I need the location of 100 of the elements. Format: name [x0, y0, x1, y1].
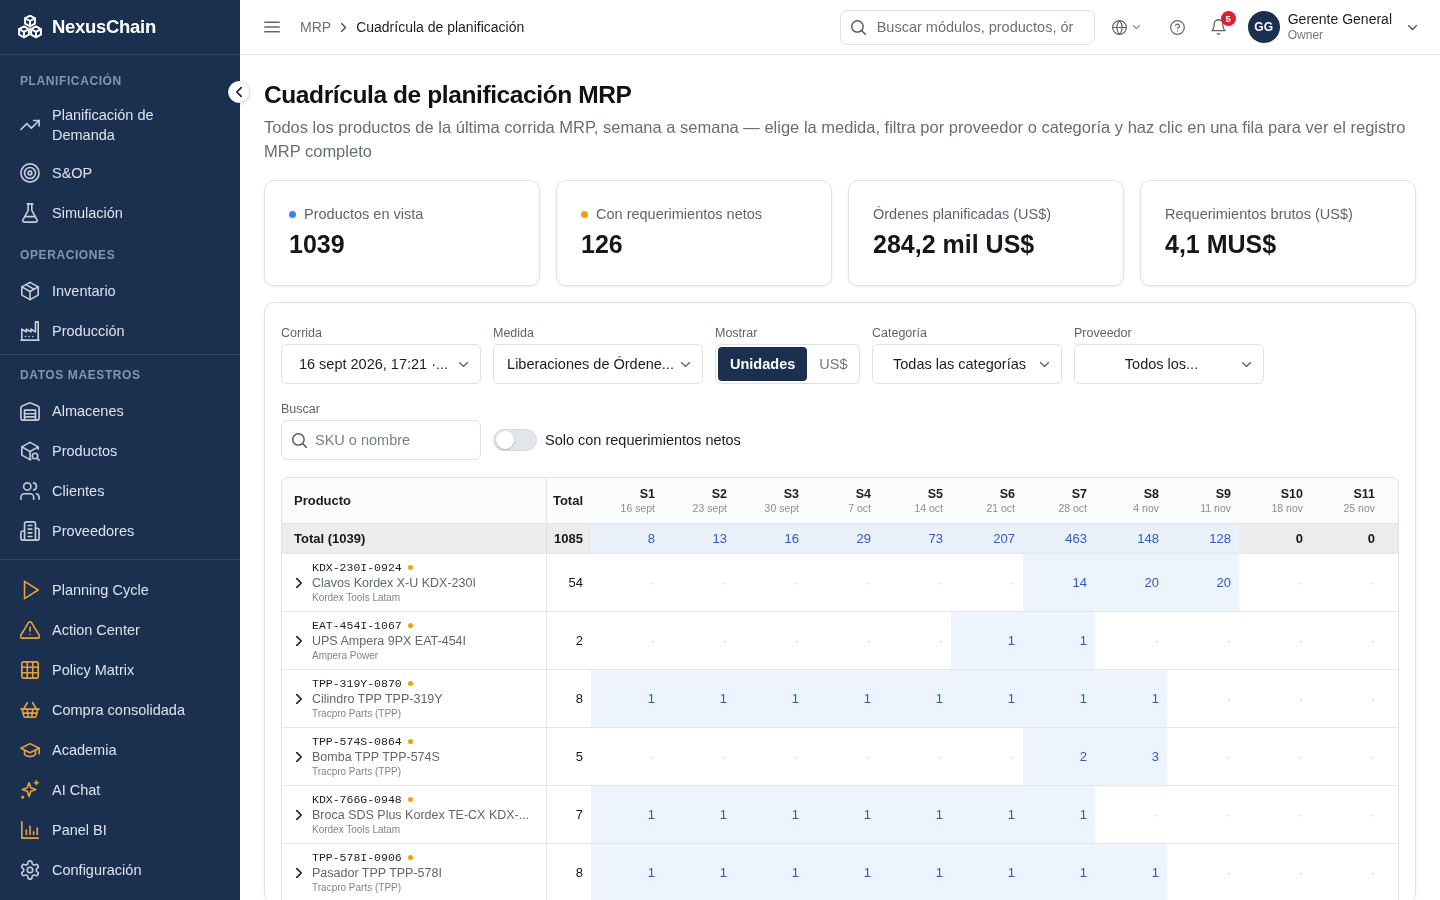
field-label: Categoría [872, 325, 927, 341]
sidebar-item[interactable]: Compra consolidada [0, 690, 240, 730]
toggle-switch[interactable] [493, 429, 537, 451]
breadcrumb-link[interactable]: MRP [300, 19, 332, 35]
toggle-option[interactable]: US$ [807, 347, 860, 381]
table-cell-text: · [1225, 864, 1232, 882]
table-cell: 148 [1095, 524, 1167, 553]
sidebar-item[interactable]: S&OP [0, 153, 240, 193]
table-cell-text: · [793, 748, 800, 766]
sidebar-item[interactable]: Action Center [0, 610, 240, 650]
table-cell: 29 [807, 524, 879, 553]
table-cell-text: 0 [1294, 530, 1304, 548]
language-selector[interactable] [1111, 19, 1140, 35]
sidebar-item[interactable]: Planificación de Demanda [0, 97, 240, 153]
table-cell: 8 [591, 524, 663, 553]
table-cell: 128 [1167, 524, 1239, 553]
sidebar-item[interactable]: Proveedores [0, 511, 240, 551]
table-cell: 1 [879, 786, 951, 843]
toggle-label: Solo con requerimientos netos [545, 432, 741, 448]
week-label: S6 [999, 486, 1015, 502]
user-role: Owner [1287, 28, 1324, 43]
sidebar-item[interactable]: Policy Matrix [0, 650, 240, 690]
column-header[interactable]: Producto [294, 493, 352, 508]
field-label: Medida [493, 325, 534, 341]
sidebar-item[interactable]: Planning Cycle [0, 570, 240, 610]
week-label: S5 [927, 486, 943, 502]
week-label: S10 [1280, 486, 1303, 502]
table-cell-text: · [1225, 806, 1232, 824]
dropdown[interactable]: Todas las categorías [872, 344, 1062, 384]
chevron-right-icon[interactable] [296, 635, 302, 646]
table-cell-text: · [1369, 690, 1376, 708]
caret-icon [1242, 361, 1251, 367]
search-field[interactable]: SKU o nombre [281, 420, 481, 460]
product-sku: KDX-230I-0924 [312, 560, 402, 575]
total-label: Total (1039) [282, 524, 547, 553]
target-icon [20, 163, 40, 183]
sidebar-item[interactable]: Producción [0, 311, 240, 351]
supplier-name: Kordex Tools Latam [312, 823, 401, 837]
sidebar-item[interactable]: AI Chat [0, 770, 240, 810]
table-cell: 20 [1095, 554, 1167, 611]
caret-icon[interactable] [1408, 24, 1417, 30]
user-avatar[interactable]: GG [1247, 11, 1280, 43]
cubes-logo-icon [18, 15, 42, 39]
collapse-sidebar-button[interactable] [228, 81, 250, 103]
table-cell: 1 [951, 786, 1023, 843]
product-name: Clavos Kordex X-U KDX-230I [312, 575, 476, 591]
table-cell-text: · [1369, 748, 1376, 766]
help-icon[interactable] [1169, 19, 1185, 35]
table-cell-text: · [1225, 748, 1232, 766]
chevron-left-icon [236, 87, 242, 97]
table-cell-text: · [649, 748, 656, 766]
sidebar-item[interactable]: Productos [0, 431, 240, 471]
chevron-right-icon[interactable] [296, 809, 302, 820]
table-cell: 20 [1167, 554, 1239, 611]
table-cell: 1 [807, 844, 879, 900]
sidebar-item[interactable]: Inventario [0, 271, 240, 311]
caret-icon [681, 361, 690, 367]
chevron-right-icon[interactable] [296, 693, 302, 704]
toggle-option[interactable]: Unidades [718, 347, 808, 381]
table-cell: 1 [879, 670, 951, 727]
table-cell: 1 [663, 670, 735, 727]
chevron-right-icon[interactable] [296, 867, 302, 878]
table-cell-text: · [1225, 632, 1232, 650]
dropdown[interactable]: Todos los... [1074, 344, 1264, 384]
table-cell-text: 7 [574, 806, 584, 824]
table-cell: 1 [807, 670, 879, 727]
kpi-label: Productos en vista [304, 206, 424, 222]
sidebar-item[interactable]: Clientes [0, 471, 240, 511]
week-date: 23 sept [692, 501, 727, 515]
chevron-right-icon[interactable] [296, 577, 302, 588]
notifications-button[interactable] [1210, 19, 1226, 35]
sidebar-item[interactable]: Simulación [0, 193, 240, 233]
table-cell: 1 [1095, 844, 1167, 900]
product-name: Broca SDS Plus Kordex TE-CX KDX-... [312, 807, 530, 823]
menu-icon[interactable] [264, 21, 280, 33]
section-heading: DATOS MAESTROS [20, 367, 141, 383]
search-icon [850, 19, 866, 35]
table-cell: 463 [1023, 524, 1095, 553]
table-cell-text: · [1297, 748, 1304, 766]
product-sku: TPP-578I-0906 [312, 850, 402, 865]
sidebar-item[interactable]: Academia [0, 730, 240, 770]
column-header[interactable]: Total [552, 493, 583, 508]
table-cell: 1 [1023, 786, 1095, 843]
dropdown[interactable]: 16 sept 2026, 17:21 ·... [281, 344, 481, 384]
search-field[interactable]: Buscar módulos, productos, ór [839, 9, 1095, 45]
table-cell: 1 [591, 844, 663, 900]
week-date: 4 nov [1133, 501, 1159, 515]
page-description: Todos los productos de la última corrida MRP, semana a semana — elige la medida, filtra por proveedor o categoría y haz clic en una fila para ver el registro MRP completo [264, 117, 1407, 162]
warehouse-icon [20, 401, 40, 421]
product-sku: TPP-319Y-0870 [312, 676, 402, 691]
sidebar-item[interactable]: Almacenes [0, 391, 240, 431]
sidebar-item[interactable]: Configuración [0, 850, 240, 890]
caret-icon [459, 361, 468, 367]
box-icon [20, 281, 40, 301]
week-label: S4 [855, 486, 871, 502]
table-cell: 73 [879, 524, 951, 553]
dropdown[interactable]: Liberaciones de Órdene... [493, 344, 703, 384]
sidebar-item[interactable]: Panel BI [0, 810, 240, 850]
users-icon [20, 481, 40, 501]
chevron-right-icon[interactable] [296, 751, 302, 762]
